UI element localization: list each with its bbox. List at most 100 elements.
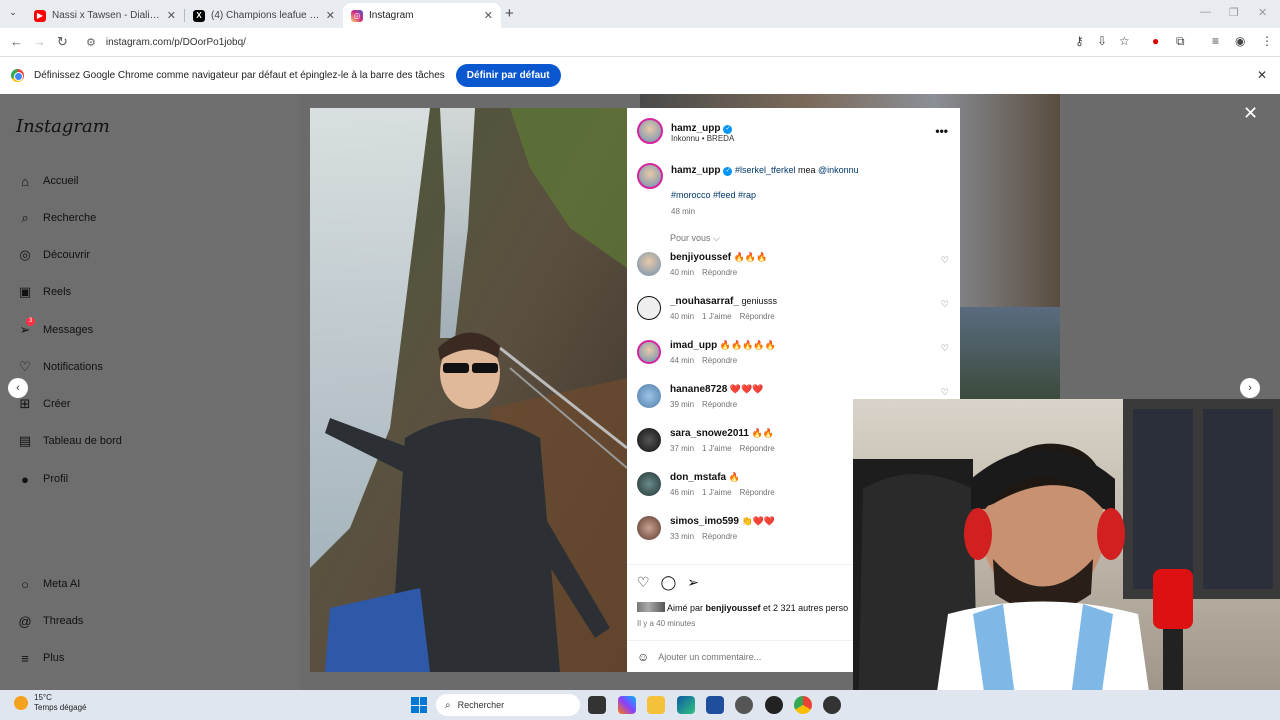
obs-icon[interactable]	[765, 696, 783, 714]
comment-username[interactable]: benjiyoussef	[670, 252, 731, 263]
address-bar[interactable]: ⚙ instagram.com/p/DOorPo1jobq/	[80, 31, 1060, 53]
tab-instagram[interactable]: ◎ Instagram ✕	[343, 3, 501, 28]
previous-post-button[interactable]: ‹	[8, 378, 28, 398]
modal-close-icon[interactable]: ✕	[1243, 103, 1258, 124]
comment-reply-button[interactable]: Répondre	[702, 356, 737, 365]
commenter-avatar[interactable]	[637, 296, 661, 320]
more-options-icon[interactable]: •••	[935, 124, 948, 138]
reload-icon[interactable]: ↻	[57, 34, 68, 50]
extensions-icon[interactable]: ⧉	[1176, 34, 1185, 49]
set-default-button[interactable]: Définir par défaut	[455, 64, 561, 87]
sidebar-item-more[interactable]: ≡ Plus	[16, 649, 64, 667]
chrome-menu-icon[interactable]: ⋮	[1261, 34, 1273, 48]
caption-author[interactable]: hamz_upp	[671, 165, 720, 176]
comment-username[interactable]: don_mstafa	[670, 472, 726, 483]
instagram-logo[interactable]: Instagram	[16, 116, 110, 137]
commenter-avatar[interactable]	[637, 472, 661, 496]
tab-search-button[interactable]: ⌄	[6, 7, 20, 21]
author-avatar[interactable]	[637, 118, 663, 144]
dell-icon[interactable]	[735, 696, 753, 714]
sidebar-item-search[interactable]: ⌕ Recherche	[16, 209, 96, 227]
sidebar-item-meta-ai[interactable]: ○ Meta AI	[16, 575, 80, 593]
comment-username[interactable]: _nouhasarraf_	[670, 296, 739, 307]
comment-username[interactable]: hanane8728	[670, 384, 727, 395]
like-comment-icon[interactable]: ♡	[941, 343, 949, 354]
profile-icon[interactable]: ◉	[1235, 34, 1245, 48]
comment-reply-button[interactable]: Répondre	[702, 532, 737, 541]
media-control-icon[interactable]: ≡	[1212, 34, 1219, 48]
media-player-icon[interactable]	[823, 696, 841, 714]
comments-sort-dropdown[interactable]: Pour vous ⌵	[670, 233, 720, 244]
sidebar-item-explore[interactable]: ◎ Découvrir	[16, 246, 90, 264]
share-send-icon[interactable]: ➢	[687, 574, 699, 591]
sidebar-item-profile[interactable]: ● Profil	[16, 470, 68, 488]
comment-likes[interactable]: 1 J'aime	[702, 488, 732, 497]
opera-extension-icon[interactable]: ●	[1152, 34, 1159, 48]
comment-reply-button[interactable]: Répondre	[740, 312, 775, 321]
comment-reply-button[interactable]: Répondre	[740, 488, 775, 497]
caption-hashtags[interactable]: #morocco #feed #rap	[671, 188, 859, 202]
commenter-avatar[interactable]	[637, 384, 661, 408]
like-comment-icon[interactable]: ♡	[941, 299, 949, 310]
comment-bubble-icon[interactable]: ◯	[661, 574, 677, 591]
commenter-avatar[interactable]	[637, 252, 661, 276]
comment-reply-button[interactable]: Répondre	[702, 400, 737, 409]
close-icon[interactable]: ✕	[484, 9, 493, 22]
sidebar-item-label: Créer	[43, 398, 71, 410]
restore-icon[interactable]: ❐	[1229, 6, 1239, 19]
tab-youtube[interactable]: ▶ Nassi x Tawsen - Diali [Clip offi ✕	[26, 3, 184, 28]
like-heart-icon[interactable]: ♡	[637, 574, 650, 591]
liked-by[interactable]: Aimé par benjiyoussef et 2 321 autres pe…	[637, 602, 848, 613]
window-close-icon[interactable]: ✕	[1258, 6, 1267, 19]
comment-likes[interactable]: 1 J'aime	[702, 444, 732, 453]
close-icon[interactable]: ✕	[326, 9, 335, 22]
sidebar-item-threads[interactable]: @ Threads	[16, 612, 83, 630]
comment-reply-button[interactable]: Répondre	[740, 444, 775, 453]
comment-likes[interactable]: 1 J'aime	[702, 312, 732, 321]
next-post-button[interactable]: ›	[1240, 378, 1260, 398]
post-image[interactable]	[310, 108, 627, 672]
sidebar-item-create[interactable]: ⊞ Créer	[16, 395, 71, 413]
close-icon[interactable]: ✕	[1257, 68, 1267, 82]
minimize-icon[interactable]: —	[1200, 6, 1211, 18]
weather-widget[interactable]: 15°C Temps dégagé	[14, 693, 86, 713]
bookmark-star-icon[interactable]: ☆	[1119, 34, 1130, 48]
tab-x[interactable]: X (4) Champions leafue - Search / ✕	[185, 3, 343, 28]
windows-start-icon[interactable]	[411, 697, 427, 713]
comment-username[interactable]: sara_snowe2011	[670, 428, 749, 439]
forward-icon[interactable]: →	[33, 34, 46, 49]
chrome-taskbar-icon[interactable]	[794, 696, 812, 714]
commenter-avatar[interactable]	[637, 340, 661, 364]
edge-icon[interactable]	[677, 696, 695, 714]
store-icon[interactable]	[706, 696, 724, 714]
comment-username[interactable]: imad_upp	[670, 340, 717, 351]
install-app-icon[interactable]: ⇩	[1097, 34, 1107, 48]
post-location[interactable]: Inkonnu • BREDA	[671, 134, 734, 143]
caption-hashtag[interactable]: #lserkel_tferkel	[735, 165, 796, 175]
liker-username[interactable]: benjiyoussef	[706, 603, 761, 613]
copilot-icon[interactable]	[618, 696, 636, 714]
caption-author-avatar[interactable]	[637, 163, 663, 189]
caption-mention[interactable]: @inkonnu	[818, 165, 859, 175]
comment-reply-button[interactable]: Répondre	[702, 268, 737, 277]
taskbar-search[interactable]: ⌕ Rechercher	[436, 694, 580, 716]
commenter-avatar[interactable]	[637, 516, 661, 540]
site-info-icon[interactable]: ⚙	[86, 36, 96, 49]
password-key-icon[interactable]: ⚷	[1075, 34, 1084, 48]
like-comment-icon[interactable]: ♡	[941, 255, 949, 266]
commenter-avatar[interactable]	[637, 428, 661, 452]
sidebar-item-home[interactable]: ⌂ Accueil	[16, 172, 78, 190]
like-comment-icon[interactable]: ♡	[941, 387, 949, 398]
new-tab-button[interactable]: +	[505, 5, 514, 22]
comment-username[interactable]: simos_imo599	[670, 516, 739, 527]
sidebar-item-dashboard[interactable]: ▤ Tableau de bord	[16, 432, 122, 450]
file-explorer-icon[interactable]	[647, 696, 665, 714]
task-view-icon[interactable]	[588, 696, 606, 714]
author-username[interactable]: hamz_upp	[671, 123, 720, 134]
sidebar-item-reels[interactable]: ▣ Reels	[16, 283, 71, 301]
close-icon[interactable]: ✕	[167, 9, 176, 22]
back-icon[interactable]: ←	[10, 34, 23, 49]
sidebar-item-notifications[interactable]: ♡ Notifications	[16, 358, 103, 376]
emoji-picker-icon[interactable]: ☺	[637, 650, 649, 664]
sidebar-item-messages[interactable]: ➢ 3 Messages	[16, 317, 93, 339]
